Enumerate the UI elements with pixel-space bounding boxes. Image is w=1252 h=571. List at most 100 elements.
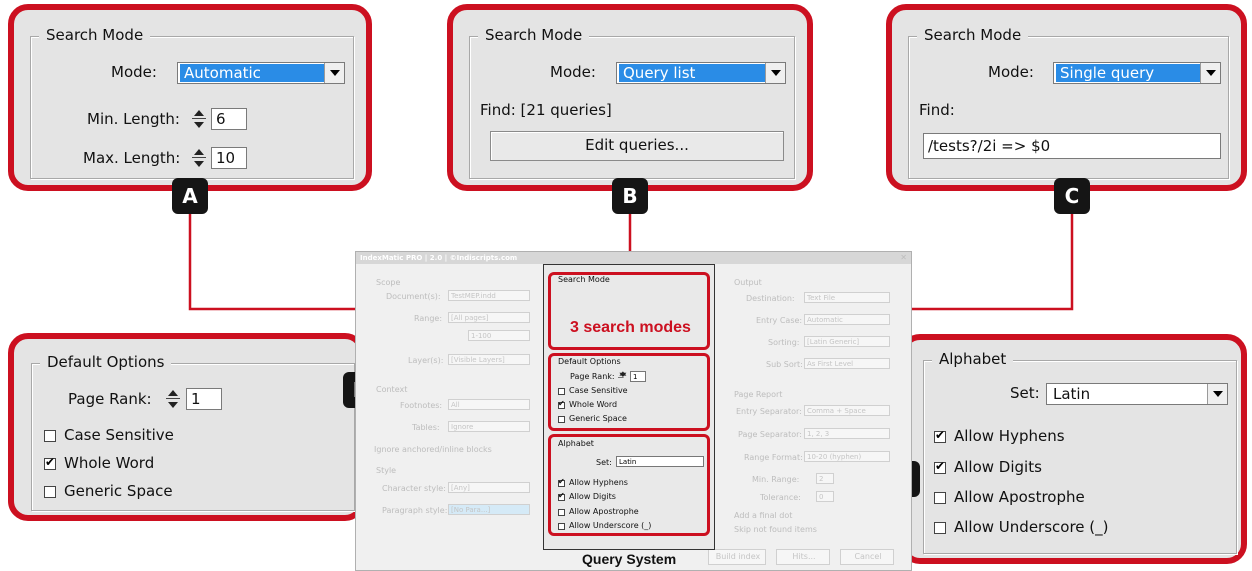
whole-word-checkbox[interactable]	[44, 455, 56, 470]
allow-hyphens-label: Allow Hyphens	[569, 478, 628, 487]
entry-separator-label: Entry Separator:	[736, 407, 802, 416]
min-range-input[interactable]: 2	[816, 473, 834, 484]
page-separator-label: Page Separator:	[738, 430, 802, 439]
case-sensitive-label: Case Sensitive	[569, 386, 628, 395]
document-dropdown[interactable]: TestMEP.indd	[448, 290, 530, 301]
tolerance-input[interactable]: 0	[816, 491, 834, 502]
range-dropdown[interactable]: [All pages]	[448, 312, 530, 323]
set-label: Set:	[596, 458, 612, 467]
allow-underscore-label: Allow Underscore (_)	[569, 521, 652, 530]
close-icon[interactable]: ✕	[900, 253, 907, 262]
query-system-column: Search Mode 3 search modes Default Optio…	[543, 264, 715, 550]
mode-label: Mode:	[550, 63, 596, 81]
range-label: Range:	[414, 314, 443, 323]
group-legend: Search Mode	[917, 26, 1029, 44]
destination-dropdown[interactable]: Text File	[804, 292, 890, 303]
skip-not-found-checkbox-label[interactable]: Skip not found items	[734, 525, 817, 534]
sub-sort-dropdown[interactable]: As First Level	[804, 358, 890, 369]
chevron-down-icon[interactable]	[324, 63, 344, 83]
cancel-button[interactable]: Cancel	[840, 549, 894, 565]
max-length-label: Max. Length:	[83, 149, 181, 167]
allow-underscore-checkbox[interactable]	[934, 522, 946, 534]
find-status: Find: [21 queries]	[480, 101, 612, 119]
generic-space-label: Generic Space	[64, 482, 173, 500]
allow-digits-label: Allow Digits	[954, 458, 1042, 476]
layers-dropdown[interactable]: [Visible Layers]	[448, 354, 530, 365]
mode-value: Query list	[619, 64, 765, 82]
case-sensitive-checkbox[interactable]	[558, 388, 565, 395]
mode-dropdown[interactable]: Automatic	[177, 62, 345, 84]
page-rank-spinner-icon[interactable]	[618, 370, 627, 378]
allow-apostrophe-label: Allow Apostrophe	[954, 488, 1085, 506]
chevron-down-icon[interactable]	[1207, 384, 1227, 404]
max-length-input[interactable]: 10	[211, 147, 247, 169]
tolerance-label: Tolerance:	[760, 493, 801, 502]
page-rank-input[interactable]: 1	[630, 371, 646, 382]
min-length-label: Min. Length:	[87, 110, 180, 128]
whole-word-checkbox[interactable]	[558, 399, 565, 409]
allow-apostrophe-checkbox[interactable]	[558, 509, 565, 516]
chevron-down-icon[interactable]	[1200, 63, 1220, 83]
tables-dropdown[interactable]: Ignore	[448, 421, 530, 432]
min-length-input[interactable]: 6	[211, 108, 247, 130]
allow-digits-checkbox[interactable]	[558, 491, 565, 501]
page-report-heading: Page Report	[734, 390, 783, 399]
allow-underscore-checkbox[interactable]	[558, 523, 565, 530]
case-sensitive-checkbox[interactable]	[44, 430, 56, 442]
output-heading: Output	[734, 278, 762, 287]
search-mode-legend: Search Mode	[558, 275, 610, 284]
range-field[interactable]: 1-100	[468, 330, 530, 341]
set-dropdown[interactable]: Latin	[616, 456, 704, 467]
page-separator-dropdown[interactable]: 1, 2, 3	[804, 428, 890, 439]
set-label: Set:	[1010, 384, 1040, 402]
para-style-dropdown[interactable]: [No Para...]	[448, 504, 530, 515]
final-dot-checkbox-label[interactable]: Add a final dot	[734, 511, 792, 520]
query-system-caption: Query System	[582, 551, 677, 567]
range-format-dropdown[interactable]: 10-20 (hyphen)	[804, 451, 890, 462]
destination-label: Destination:	[746, 294, 795, 303]
footnotes-label: Footnotes:	[400, 401, 443, 410]
hits-button[interactable]: Hits...	[776, 549, 830, 565]
layers-label: Layer(s):	[408, 356, 444, 365]
sorting-dropdown[interactable]: [Latin Generic]	[804, 336, 890, 347]
mode-dropdown[interactable]: Single query	[1053, 62, 1221, 84]
min-length-spinner-icon[interactable]	[192, 108, 206, 130]
generic-space-checkbox[interactable]	[558, 416, 565, 423]
sorting-label: Sorting:	[768, 338, 800, 347]
page-rank-spinner-icon[interactable]	[166, 388, 180, 410]
badge-c: C	[1054, 178, 1090, 214]
entry-separator-dropdown[interactable]: Comma + Space	[804, 405, 890, 416]
mode-label: Mode:	[111, 63, 157, 81]
footnotes-dropdown[interactable]: All	[448, 399, 530, 410]
generic-space-checkbox[interactable]	[44, 486, 56, 498]
build-index-button[interactable]: Build index	[708, 549, 766, 565]
edit-queries-button[interactable]: Edit queries...	[490, 131, 784, 161]
default-options-legend: Default Options	[558, 357, 621, 366]
min-range-label: Min. Range:	[752, 475, 800, 484]
allow-digits-checkbox[interactable]	[934, 459, 946, 474]
char-style-dropdown[interactable]: [Any]	[448, 482, 530, 493]
case-sensitive-label: Case Sensitive	[64, 426, 174, 444]
whole-word-label: Whole Word	[64, 454, 155, 472]
entry-case-dropdown[interactable]: Automatic	[804, 314, 890, 325]
chevron-down-icon[interactable]	[765, 63, 785, 83]
allow-hyphens-label: Allow Hyphens	[954, 427, 1065, 445]
badge-b: B	[612, 178, 648, 214]
range-format-label: Range Format:	[744, 453, 803, 462]
mode-dropdown[interactable]: Query list	[616, 62, 786, 84]
allow-apostrophe-checkbox[interactable]	[934, 492, 946, 504]
char-style-label: Character style:	[382, 484, 446, 493]
allow-apostrophe-label: Allow Apostrophe	[569, 507, 639, 516]
group-legend: Search Mode	[478, 26, 590, 44]
ignore-blocks-checkbox-label[interactable]: Ignore anchored/inline blocks	[374, 445, 492, 454]
allow-hyphens-checkbox[interactable]	[558, 477, 565, 487]
sub-sort-label: Sub Sort:	[766, 360, 803, 369]
tables-label: Tables:	[412, 423, 440, 432]
page-rank-input[interactable]: 1	[186, 388, 222, 410]
alphabet-set-dropdown[interactable]: Latin	[1046, 383, 1228, 405]
panel-automatic-mode: Search Mode Mode: Automatic Min. Length:…	[8, 4, 372, 191]
max-length-spinner-icon[interactable]	[192, 147, 206, 169]
search-mode-group: Search Mode Mode: Query list Find: [21 q…	[469, 26, 795, 179]
find-query-input[interactable]: /tests?/2i => $0	[923, 133, 1221, 159]
allow-hyphens-checkbox[interactable]	[934, 428, 946, 443]
